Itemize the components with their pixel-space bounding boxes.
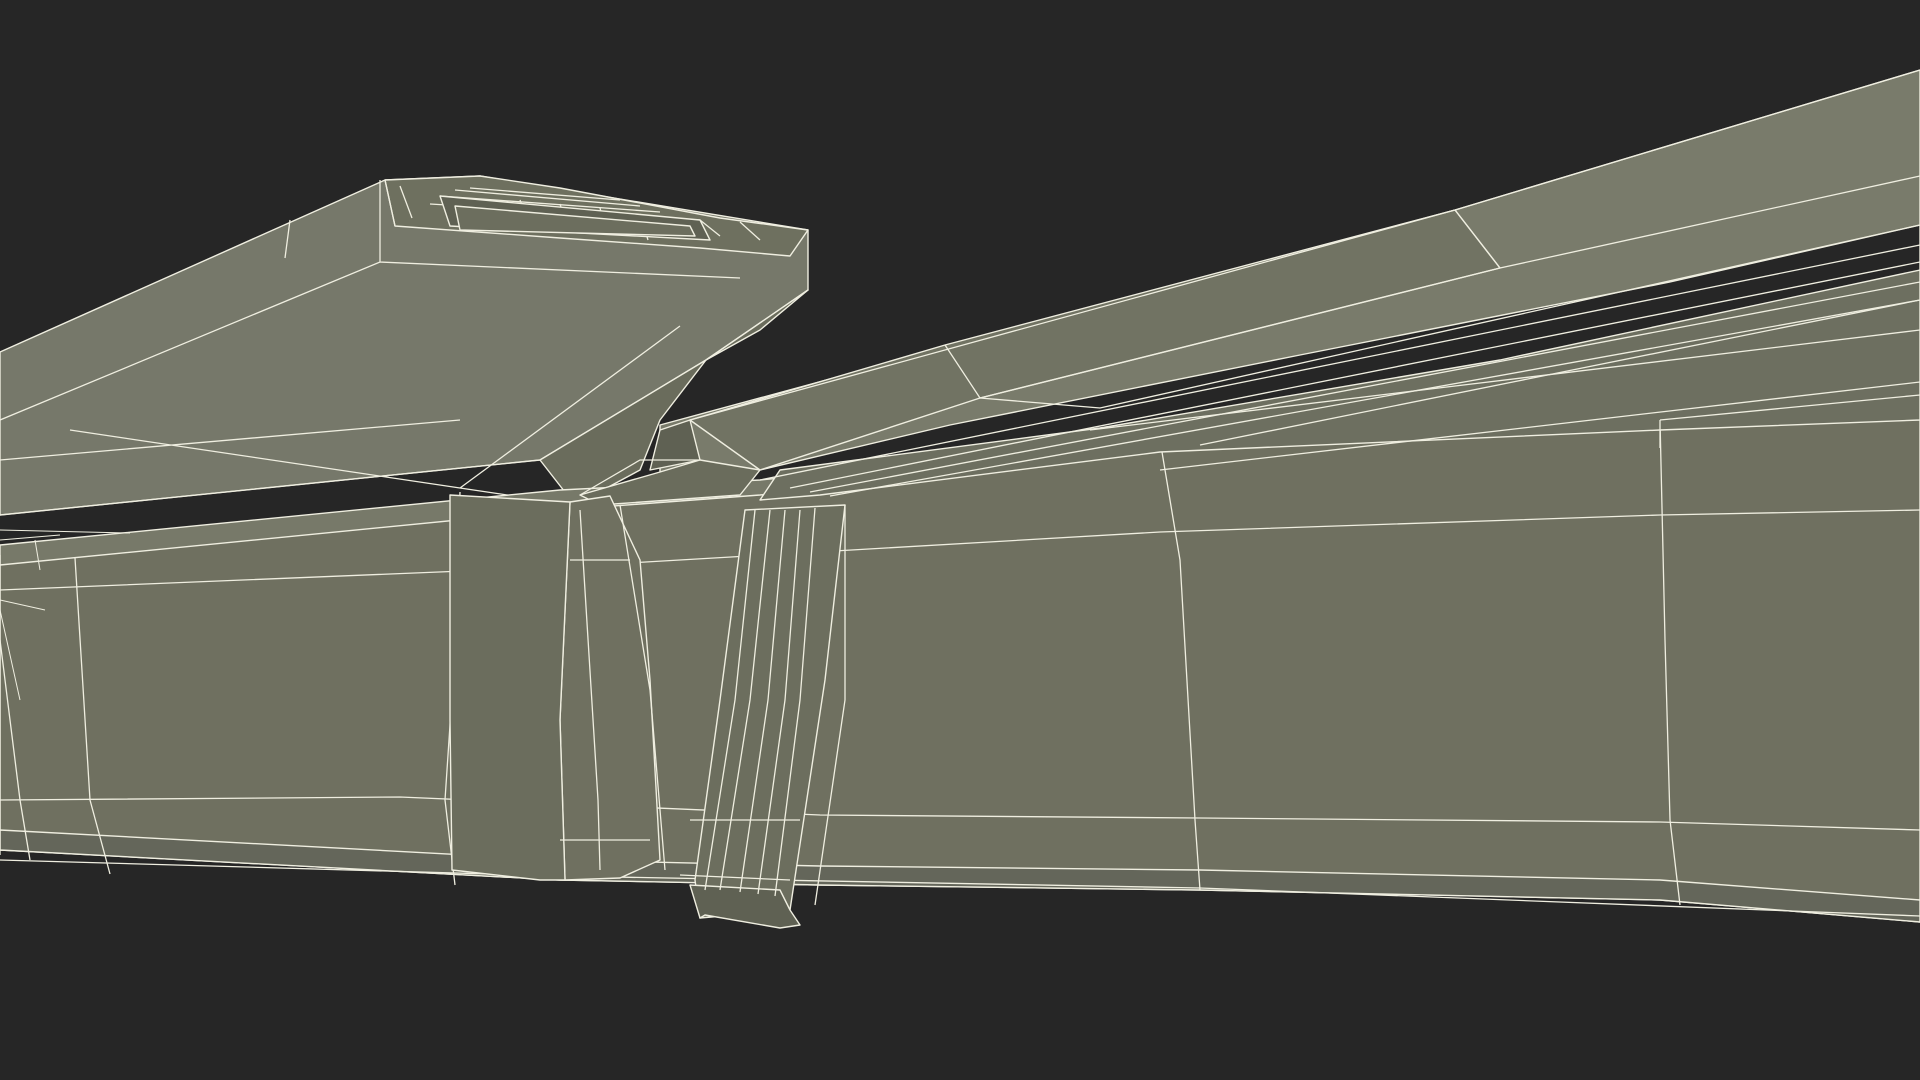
3d-viewport[interactable] (0, 0, 1920, 1080)
front-panel (449, 494, 666, 881)
wireframe-model-render (0, 69, 1920, 929)
